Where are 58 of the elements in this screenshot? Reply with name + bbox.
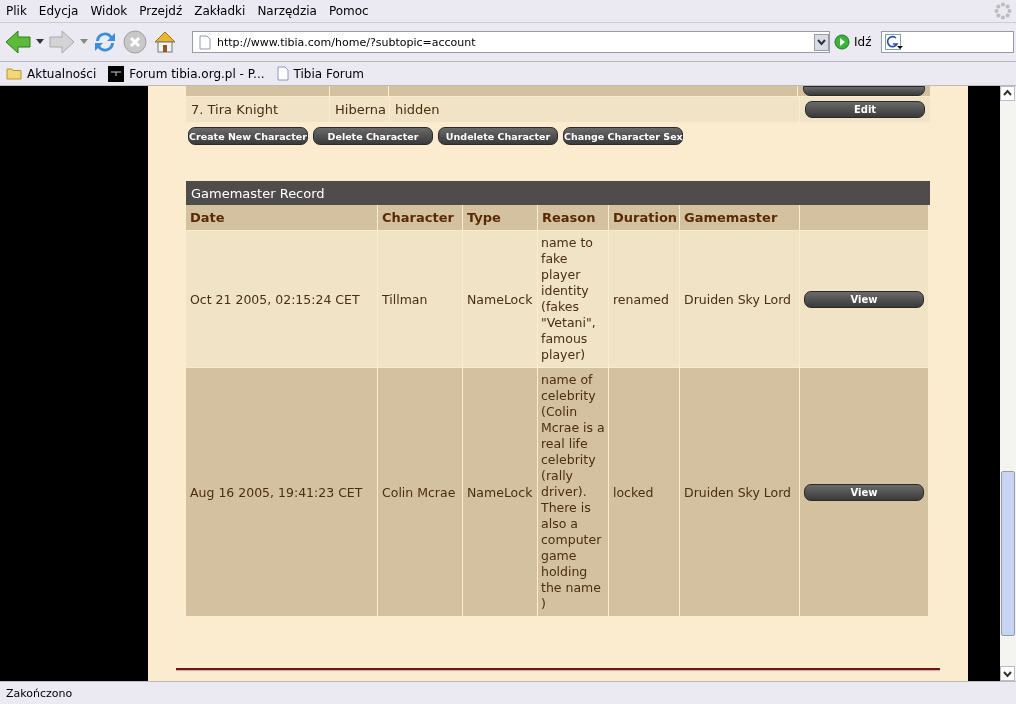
table-cell: NameLock <box>463 367 538 616</box>
bookmark-link[interactable]: Tibia Forum <box>293 66 364 81</box>
go-button[interactable]: Idź <box>854 35 872 49</box>
action-button[interactable]: Change Character Sex <box>563 127 683 145</box>
bookmark-link[interactable]: Forum tibia.org.pl - P... <box>129 66 265 81</box>
folder-icon <box>6 67 22 80</box>
home-icon[interactable] <box>152 29 178 55</box>
table-cell: Hiberna <box>330 97 390 122</box>
column-header: Type <box>463 205 538 230</box>
stop-icon[interactable] <box>122 29 148 55</box>
column-header: Character <box>378 205 463 230</box>
table-cell: Oct 21 2005, 02:15:24 CET <box>186 230 378 367</box>
view-button[interactable]: View <box>804 483 924 501</box>
page-icon <box>276 66 289 81</box>
address-field[interactable]: http://www.tibia.com/home/?subtopic=account <box>192 31 830 53</box>
action-button[interactable]: Delete Character <box>313 127 433 145</box>
menu-item[interactable]: Edycja <box>38 4 79 18</box>
dropdown-arrow-icon[interactable] <box>36 39 44 45</box>
table-cell: Aug 16 2005, 19:41:23 CET <box>186 367 378 616</box>
throbber-icon <box>994 2 1012 20</box>
menu-item[interactable]: Przejdź <box>139 4 183 18</box>
table-cell: renamed <box>609 230 680 367</box>
site-icon <box>108 65 125 82</box>
table-cell: name of celebrity (Colin Mcrae is a real life celebrity (rally driver). There is also a computer game holding the name ) <box>541 372 605 612</box>
scroll-up-icon[interactable] <box>1000 86 1015 101</box>
menu-item[interactable]: Pomoc <box>328 4 369 18</box>
menu-item[interactable]: Zakładki <box>194 4 246 18</box>
table-cell: locked <box>609 367 680 616</box>
table-cell: Colin Mcrae <box>378 367 463 616</box>
view-button[interactable]: View <box>804 290 924 308</box>
scroll-down-icon[interactable] <box>1000 666 1015 681</box>
search-field[interactable] <box>881 31 1015 53</box>
table-title: Gamemaster Record <box>186 181 930 205</box>
menu-item[interactable]: Widok <box>90 4 128 18</box>
menu-item[interactable]: Plik <box>6 4 27 18</box>
edit-button[interactable]: Edit <box>805 101 925 118</box>
table-cell: hidden <box>390 97 800 122</box>
table-cell: Tillman <box>378 230 463 367</box>
search-engine-icon[interactable] <box>885 34 904 50</box>
scroll-thumb[interactable] <box>1001 471 1015 636</box>
bookmark-link[interactable]: Aktualności <box>27 66 97 81</box>
menu-item[interactable]: Narzędzia <box>257 4 317 18</box>
column-header: Duration <box>609 205 680 230</box>
action-button[interactable]: Create New Character <box>188 127 308 145</box>
table-cell: Druiden Sky Lord <box>680 367 800 616</box>
table-cell: 7. Tira Knight <box>186 97 330 122</box>
status-text: Zakończono <box>6 686 73 700</box>
column-header: Date <box>186 205 378 230</box>
scrollbar[interactable] <box>1000 86 1016 681</box>
table-cell-text: name to fake player identity (fakes "Vetani", famous player) <box>541 235 597 363</box>
column-header: Reason <box>538 205 609 230</box>
column-header: Gamemaster <box>680 205 800 230</box>
action-button[interactable]: Undelete Character <box>438 127 558 145</box>
dropdown-button-icon[interactable] <box>814 33 829 51</box>
table-cell: NameLock <box>463 230 538 367</box>
page-icon <box>199 34 211 50</box>
go-icon[interactable] <box>834 34 850 50</box>
table-cell: Druiden Sky Lord <box>680 230 800 367</box>
